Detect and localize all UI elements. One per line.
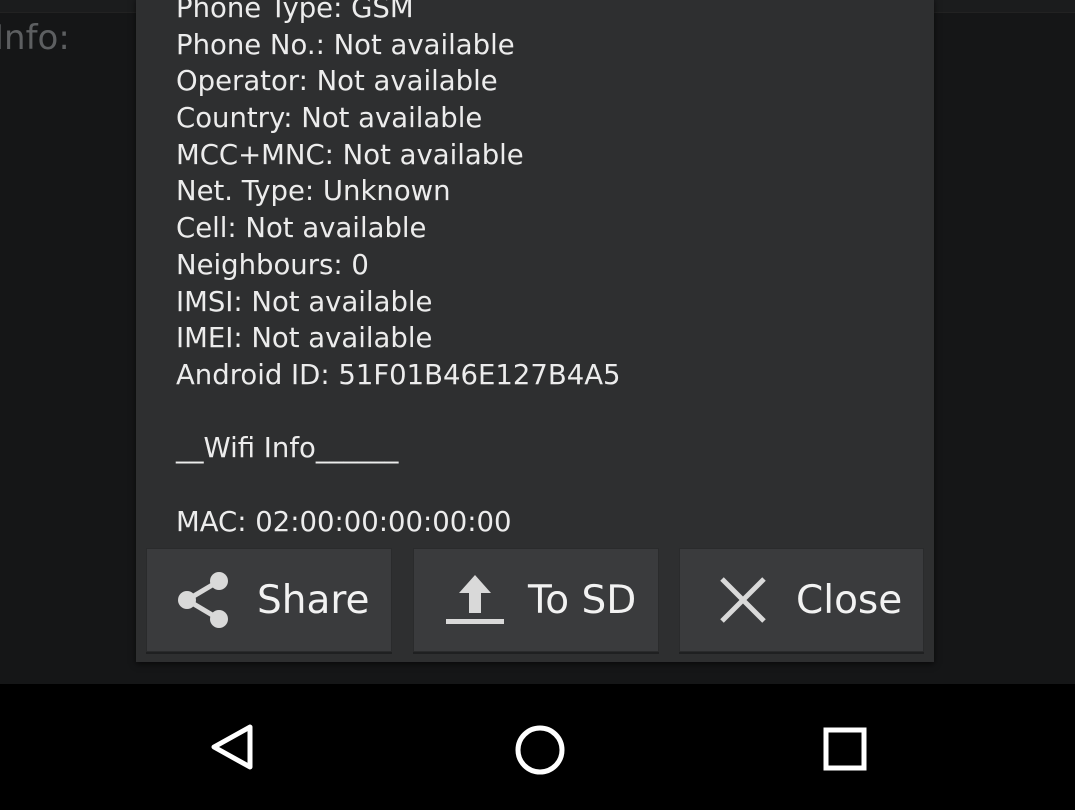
home-button[interactable] bbox=[500, 714, 570, 784]
share-button-label: Share bbox=[257, 577, 370, 623]
info-line: Phone No.: Not available bbox=[176, 28, 515, 61]
recent-apps-button[interactable] bbox=[804, 714, 874, 784]
info-line: Cell: Not available bbox=[176, 212, 427, 245]
upload-icon bbox=[444, 569, 506, 631]
back-triangle-icon bbox=[204, 717, 264, 781]
info-line: Operator: Not available bbox=[176, 65, 498, 98]
to-sd-button[interactable]: To SD bbox=[413, 548, 659, 652]
info-line: Country: Not available bbox=[176, 102, 483, 135]
info-line: __Wifi Info______ bbox=[176, 432, 399, 465]
home-circle-icon bbox=[505, 717, 565, 781]
screen: Info: Phone Type: GSM Phone No.: Not avai… bbox=[0, 0, 1075, 810]
to-sd-button-label: To SD bbox=[528, 577, 637, 623]
navigation-bar bbox=[0, 684, 1075, 810]
info-blank-line bbox=[176, 467, 621, 504]
share-button[interactable]: Share bbox=[146, 548, 392, 652]
info-line: Phone Type: GSM bbox=[176, 0, 414, 24]
info-list: Phone Type: GSM Phone No.: Not available O… bbox=[176, 0, 621, 540]
close-button-label: Close bbox=[796, 577, 903, 623]
info-line: IMEI: Not available bbox=[176, 322, 433, 355]
info-line: MAC: 02:00:00:00:00:00 bbox=[176, 505, 512, 538]
back-button[interactable] bbox=[199, 714, 269, 784]
recent-apps-square-icon bbox=[809, 717, 869, 781]
info-blank-line bbox=[176, 394, 621, 431]
info-line: MCC+MNC: Not available bbox=[176, 138, 524, 171]
info-line: Neighbours: 0 bbox=[176, 248, 369, 281]
info-line: Android ID: 51F01B46E127B4A5 bbox=[176, 358, 621, 391]
info-line: Net. Type: Unknown bbox=[176, 175, 451, 208]
info-dialog: Phone Type: GSM Phone No.: Not available O… bbox=[136, 0, 934, 662]
background-info-label: Info: bbox=[0, 18, 70, 58]
share-icon bbox=[173, 569, 235, 631]
close-icon bbox=[712, 569, 774, 631]
close-button[interactable]: Close bbox=[679, 548, 924, 652]
info-line: IMSI: Not available bbox=[176, 285, 433, 318]
